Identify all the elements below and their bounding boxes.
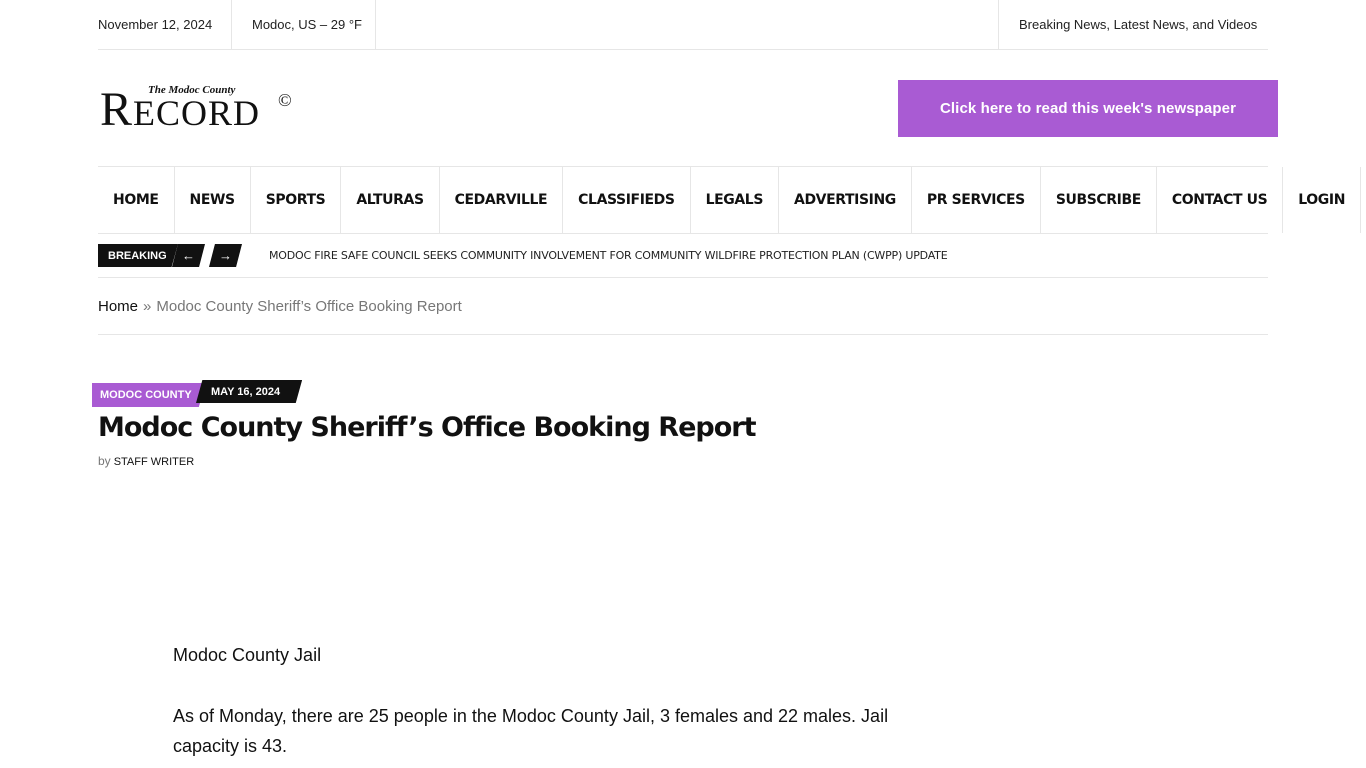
nav-pr-services[interactable]: PR SERVICES — [912, 167, 1041, 233]
article-body: Modoc County Jail As of Monday, there ar… — [173, 640, 893, 768]
nav-login[interactable]: LOGIN — [1283, 167, 1362, 233]
arrow-left-icon: ← — [182, 248, 195, 263]
nav-cedarville[interactable]: CEDARVILLE — [440, 167, 564, 233]
nav-legals[interactable]: LEGALS — [691, 167, 780, 233]
breadcrumb-home-link[interactable]: Home — [98, 298, 138, 315]
ticker-next-button[interactable]: → — [209, 244, 242, 267]
site-tagline: Breaking News, Latest News, and Videos — [998, 0, 1268, 49]
nav-classifieds[interactable]: CLASSIFIEDS — [563, 167, 691, 233]
publish-date-badge: MAY 16, 2024 — [196, 380, 303, 403]
nav-advertising[interactable]: ADVERTISING — [779, 167, 912, 233]
nav-news[interactable]: NEWS — [175, 167, 251, 233]
top-bar: November 12, 2024 Modoc, US – 29 °F Brea… — [98, 0, 1268, 50]
nav-alturas[interactable]: ALTURAS — [341, 167, 440, 233]
breadcrumb-current: Modoc County Sheriff’s Office Booking Re… — [156, 297, 462, 315]
site-logo[interactable]: The Modoc County RECORD © — [100, 82, 300, 134]
breadcrumb-separator: » — [143, 297, 152, 315]
breaking-news-ticker: BREAKING ← → MODOC FIRE SAFE COUNCIL SEE… — [98, 234, 1268, 278]
article-paragraph: Modoc County Jail — [173, 645, 322, 665]
main-nav: HOME NEWS SPORTS ALTURAS CEDARVILLE CLAS… — [98, 166, 1362, 234]
category-badge[interactable]: MODOC COUNTY — [92, 383, 206, 407]
nav-sports[interactable]: SPORTS — [251, 167, 342, 233]
breadcrumb: Home » Modoc County Sheriff’s Office Boo… — [98, 278, 1268, 335]
article-paragraph: As of Monday, there are 25 people in the… — [173, 706, 889, 756]
nav-home[interactable]: HOME — [98, 167, 175, 233]
author-link[interactable]: STAFF WRITER — [114, 456, 194, 468]
weather-widget: Modoc, US – 29 °F — [232, 0, 376, 49]
article-title: Modoc County Sheriff’s Office Booking Re… — [98, 412, 756, 443]
article-byline: by STAFF WRITER — [98, 454, 194, 468]
breaking-headline-link[interactable]: MODOC FIRE SAFE COUNCIL SEEKS COMMUNITY … — [269, 244, 948, 267]
read-newspaper-button[interactable]: Click here to read this week's newspaper — [898, 80, 1278, 137]
logo-wordmark: RECORD — [100, 83, 261, 136]
arrow-right-icon: → — [219, 248, 232, 263]
breaking-label: BREAKING — [98, 244, 178, 267]
current-date: November 12, 2024 — [98, 0, 232, 49]
nav-contact-us[interactable]: CONTACT US — [1157, 167, 1284, 233]
nav-subscribe[interactable]: SUBSCRIBE — [1041, 167, 1157, 233]
byline-prefix: by — [98, 454, 111, 468]
logo-copyright: © — [278, 90, 292, 110]
